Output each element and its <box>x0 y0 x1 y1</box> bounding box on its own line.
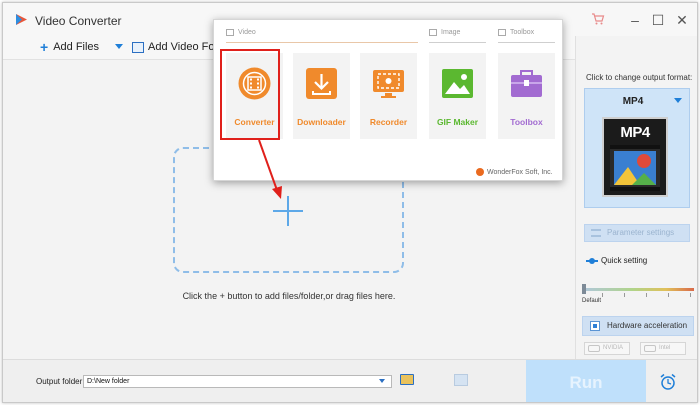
quick-setting-label: Quick setting <box>601 256 648 265</box>
bottom-bar: Output folder: D:\New folder Run <box>3 359 697 402</box>
divider <box>226 42 418 43</box>
run-button[interactable]: Run <box>526 360 646 402</box>
intel-label: Intel <box>659 345 671 351</box>
wonderfox-logo-icon <box>16 14 27 25</box>
converter-highlight-box <box>220 49 280 140</box>
slider-tick <box>646 293 647 297</box>
slider-tick <box>690 293 691 297</box>
mp4-icon-text: MP4 <box>620 124 650 141</box>
minimize-button[interactable]: – <box>625 11 645 29</box>
output-format-selector[interactable]: MP4 MP4 <box>584 88 690 208</box>
gif-maker-tile[interactable]: GIF Maker <box>429 53 486 139</box>
toolbox-label: Toolbox <box>510 117 543 127</box>
add-files-label: Add Files <box>53 41 100 53</box>
app-window: Video Converter – ☐ ✕ + Add Files Add Vi… <box>2 2 698 403</box>
toolbox-tile[interactable]: Toolbox <box>498 53 555 139</box>
maximize-button[interactable]: ☐ <box>648 11 668 29</box>
slider-tick <box>602 293 603 297</box>
category-video: Video <box>226 29 256 36</box>
open-output-folder-icon[interactable] <box>454 374 468 386</box>
output-folder-dropdown-icon[interactable] <box>379 379 385 383</box>
category-image-label: Image <box>441 29 461 36</box>
intel-option[interactable]: Intel <box>640 342 686 355</box>
divider <box>498 42 555 43</box>
folder-icon <box>132 41 144 53</box>
brand-label: WonderFox Soft, Inc. <box>487 168 553 176</box>
mp4-format-icon: MP4 <box>602 117 668 197</box>
video-category-icon <box>226 29 234 36</box>
add-files-dropdown-icon[interactable] <box>115 44 123 50</box>
add-plus-icon-vertical[interactable] <box>287 196 289 226</box>
downloader-tile[interactable]: Downloader <box>293 53 350 139</box>
category-toolbox-label: Toolbox <box>510 29 535 36</box>
recorder-label: Recorder <box>369 117 408 127</box>
screen-record-icon <box>373 70 404 98</box>
divider <box>429 42 486 43</box>
default-label: Default <box>582 298 602 304</box>
category-video-label: Video <box>238 29 256 36</box>
output-folder-field[interactable]: D:\New folder <box>83 375 392 388</box>
downloader-label: Downloader <box>297 117 346 127</box>
change-format-label: Click to change output format: <box>586 73 693 82</box>
download-icon <box>306 68 337 99</box>
add-files-button[interactable]: + Add Files <box>40 39 100 55</box>
output-folder-label: Output folder: <box>36 377 85 386</box>
settings-sliders-icon <box>591 229 601 237</box>
slider-tick <box>624 293 625 297</box>
nvidia-label: NVIDIA <box>603 345 624 351</box>
toolbox-category-icon <box>498 29 506 36</box>
browse-folder-icon[interactable] <box>400 374 414 385</box>
nvidia-icon <box>588 345 600 352</box>
cart-icon[interactable] <box>591 12 605 26</box>
wonderfox-logo-icon <box>476 168 484 176</box>
quality-slider[interactable] <box>582 288 694 291</box>
recorder-tile[interactable]: Recorder <box>360 53 417 139</box>
app-title: Video Converter <box>35 14 122 28</box>
hardware-acceleration-toggle[interactable]: Hardware acceleration <box>582 316 694 336</box>
close-button[interactable]: ✕ <box>672 11 692 29</box>
plus-icon: + <box>40 39 49 55</box>
quality-slider-knob[interactable] <box>582 284 586 294</box>
parameter-settings-label: Parameter settings <box>607 228 675 237</box>
alarm-clock-icon[interactable] <box>659 373 677 391</box>
category-image: Image <box>429 29 460 36</box>
drop-hint: Click the + button to add files/folder,o… <box>182 291 396 301</box>
brand-footer: WonderFox Soft, Inc. <box>476 168 553 176</box>
toolbox-icon <box>511 70 542 97</box>
format-dropdown-icon[interactable] <box>674 98 682 103</box>
image-category-icon <box>429 29 437 36</box>
nvidia-option[interactable]: NVIDIA <box>584 342 630 355</box>
quick-setting-icon <box>586 258 598 264</box>
output-settings-panel: Click to change output format: MP4 MP4 P… <box>575 36 697 359</box>
film-strip-art-icon <box>610 145 660 191</box>
category-toolbox: Toolbox <box>498 29 534 36</box>
hardware-acceleration-label: Hardware acceleration <box>607 321 688 330</box>
slider-tick <box>668 293 669 297</box>
output-folder-value: D:\New folder <box>87 378 130 385</box>
output-format-name: MP4 <box>622 96 644 107</box>
image-landscape-icon <box>442 69 473 98</box>
gif-maker-label: GIF Maker <box>436 117 479 127</box>
parameter-settings-button[interactable]: Parameter settings <box>584 224 690 242</box>
hardware-acceleration-checkbox[interactable] <box>590 321 600 331</box>
intel-icon <box>644 345 656 352</box>
